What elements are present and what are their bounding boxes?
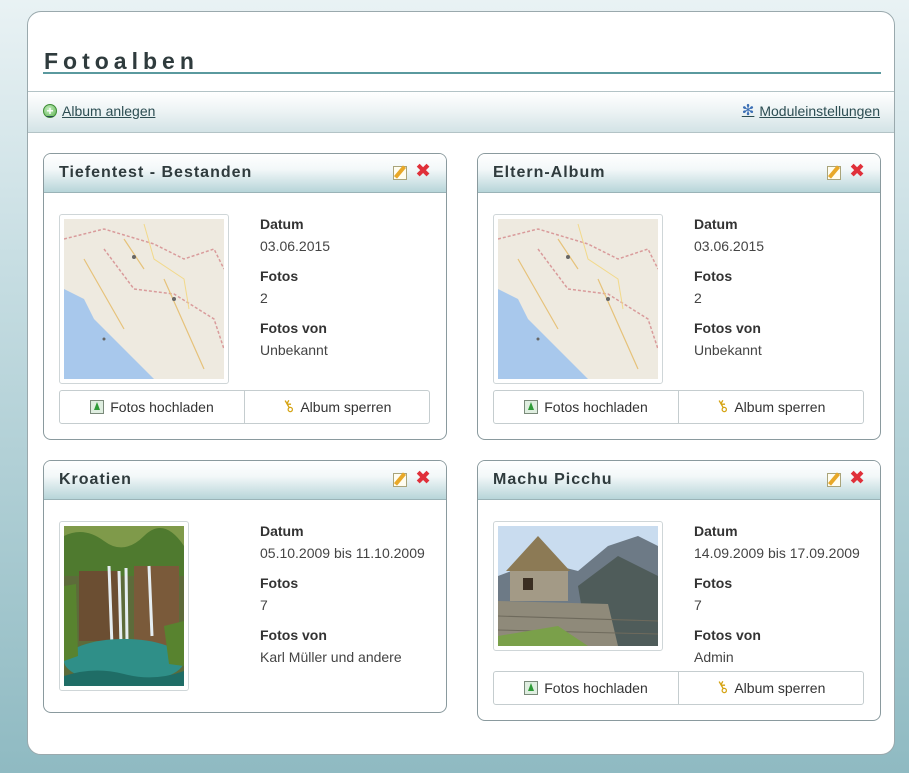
date-label: Datum (694, 216, 738, 232)
key-icon: ⚷ (712, 396, 732, 417)
upload-photos-button[interactable]: Fotos hochladen (60, 391, 244, 423)
album-info: Datum 14.09.2009 bis 17.09.2009 Fotos 7 … (694, 523, 860, 679)
key-icon: ⚷ (278, 396, 298, 417)
date-value: 03.06.2015 (260, 238, 331, 254)
gear-icon: ✻ (741, 102, 755, 119)
album-thumbnail[interactable] (493, 214, 663, 384)
upload-label: Fotos hochladen (544, 399, 648, 415)
title-underline (43, 72, 881, 74)
delete-icon[interactable]: ✖ (849, 162, 865, 181)
lock-album-button[interactable]: ⚷ Album sperren (678, 391, 863, 423)
photos-count: 2 (260, 290, 268, 306)
photos-by-label: Fotos von (260, 320, 327, 336)
date-label: Datum (260, 523, 304, 539)
lock-album-button[interactable]: ⚷ Album sperren (678, 672, 863, 704)
photos-by-value: Unbekannt (260, 342, 328, 358)
album-thumbnail[interactable] (59, 521, 189, 691)
photos-by-value: Unbekannt (694, 342, 762, 358)
upload-photos-button[interactable]: Fotos hochladen (494, 672, 678, 704)
album-info: Datum 03.06.2015 Fotos 2 Fotos von Unbek… (694, 216, 764, 372)
album-title: Eltern-Album (493, 164, 606, 181)
photos-count: 7 (260, 597, 268, 613)
upload-label: Fotos hochladen (110, 399, 214, 415)
album-actions: Fotos hochladen ⚷ Album sperren (493, 390, 864, 424)
lock-album-button[interactable]: ⚷ Album sperren (244, 391, 429, 423)
edit-icon[interactable] (393, 473, 407, 487)
key-icon: ⚷ (712, 677, 732, 698)
album-card-header: Tiefentest - Bestanden ✖ (44, 154, 446, 193)
photos-by-value: Karl Müller und andere (260, 649, 402, 665)
photos-count: 7 (694, 597, 702, 613)
photos-label: Fotos (694, 268, 733, 284)
album-info: Datum 05.10.2009 bis 11.10.2009 Fotos 7 … (260, 523, 425, 679)
upload-icon (90, 400, 105, 414)
stone-hut-photo (498, 526, 658, 646)
delete-icon[interactable]: ✖ (415, 162, 431, 181)
lock-label: Album sperren (300, 399, 392, 415)
add-album-label: Album anlegen (62, 103, 156, 119)
album-actions: Fotos hochladen ⚷ Album sperren (493, 671, 864, 705)
date-value: 03.06.2015 (694, 238, 765, 254)
album-card: Kroatien ✖ Datum 05.10.2009 bis 11.10.20… (43, 460, 447, 713)
delete-icon[interactable]: ✖ (849, 469, 865, 488)
map-croatia-icon (64, 219, 224, 379)
date-label: Datum (694, 523, 738, 539)
album-title: Kroatien (59, 471, 132, 488)
lock-label: Album sperren (734, 680, 826, 696)
photos-by-label: Fotos von (694, 320, 761, 336)
delete-icon[interactable]: ✖ (415, 469, 431, 488)
lock-label: Album sperren (734, 399, 826, 415)
album-card-header: Machu Picchu ✖ (478, 461, 880, 500)
album-title: Tiefentest - Bestanden (59, 164, 253, 181)
photos-label: Fotos (260, 575, 299, 591)
photos-by-label: Fotos von (260, 627, 327, 643)
upload-icon (524, 681, 539, 695)
toolbar: + Album anlegen ✻ Moduleinstellungen (28, 91, 894, 133)
date-value: 14.09.2009 bis 17.09.2009 (694, 545, 860, 561)
album-card-header: Eltern-Album ✖ (478, 154, 880, 193)
add-album-link[interactable]: + Album anlegen (43, 103, 155, 119)
album-actions: Fotos hochladen ⚷ Album sperren (59, 390, 430, 424)
upload-icon (524, 400, 539, 414)
photos-label: Fotos (260, 268, 299, 284)
page-title: Fotoalben (44, 48, 199, 74)
upload-label: Fotos hochladen (544, 680, 648, 696)
edit-icon[interactable] (827, 166, 841, 180)
photos-by-value: Admin (694, 649, 734, 665)
upload-photos-button[interactable]: Fotos hochladen (494, 391, 678, 423)
plus-icon: + (43, 104, 57, 118)
waterfall-photo (64, 526, 184, 686)
photos-by-label: Fotos von (694, 627, 761, 643)
album-info: Datum 03.06.2015 Fotos 2 Fotos von Unbek… (260, 216, 330, 372)
date-value: 05.10.2009 bis 11.10.2009 (260, 545, 425, 561)
map-croatia-icon (498, 219, 658, 379)
album-thumbnail[interactable] (59, 214, 229, 384)
album-thumbnail[interactable] (493, 521, 663, 651)
album-card: Machu Picchu ✖ Datum 14.09.2009 bis 17.0… (477, 460, 881, 721)
module-settings-label: Moduleinstellungen (759, 103, 880, 119)
album-title: Machu Picchu (493, 471, 613, 488)
album-card: Tiefentest - Bestanden ✖ Datum 03.06.201… (43, 153, 447, 440)
album-card: Eltern-Album ✖ Datum 03.06.2015 Fotos 2 … (477, 153, 881, 440)
edit-icon[interactable] (393, 166, 407, 180)
date-label: Datum (260, 216, 304, 232)
photos-count: 2 (694, 290, 702, 306)
album-card-header: Kroatien ✖ (44, 461, 446, 500)
albums-panel: Fotoalben + Album anlegen ✻ Moduleinstel… (27, 11, 895, 755)
module-settings-link[interactable]: ✻ Moduleinstellungen (742, 103, 880, 119)
photos-label: Fotos (694, 575, 733, 591)
edit-icon[interactable] (827, 473, 841, 487)
